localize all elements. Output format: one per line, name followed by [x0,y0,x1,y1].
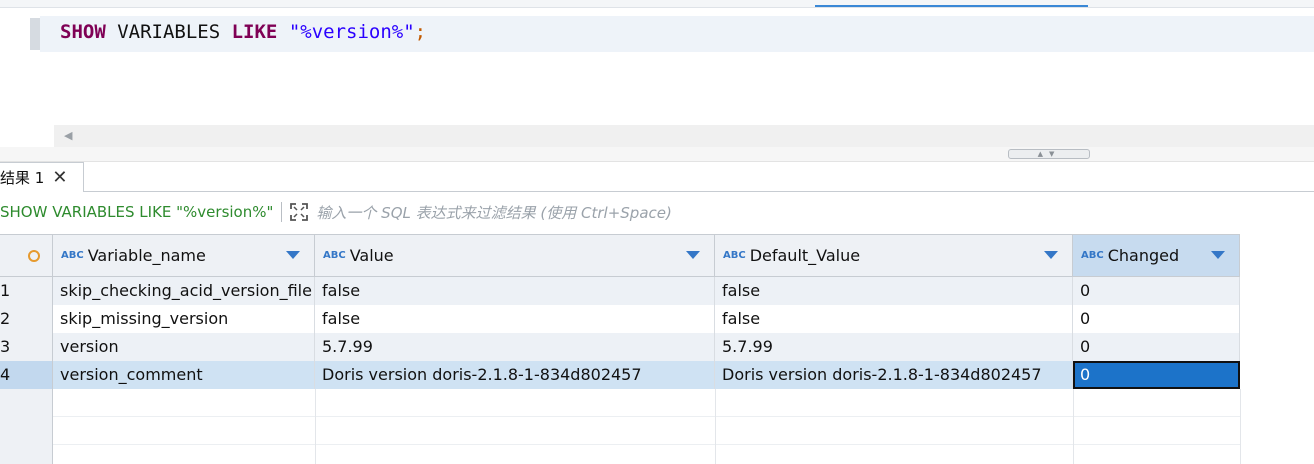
cell-value[interactable]: 5.7.99 [315,333,715,361]
dropdown-triangle-icon[interactable] [1211,251,1225,259]
filter-input[interactable]: 输入一个 SQL 表达式来过滤结果 (使用 Ctrl+Space) [316,202,671,223]
column-header-label: Changed [1107,246,1180,265]
table-row[interactable]: 1 skip_checking_acid_version_file false … [0,277,1240,305]
cell-variable-name[interactable]: skip_missing_version [53,305,315,333]
dropdown-triangle-icon[interactable] [1044,251,1058,259]
sql-string-literal: "%version%" [277,21,415,43]
row-number-empty [0,389,53,417]
result-grid: ABC Variable_name ABC Value ABC Default_… [0,232,1314,464]
editor-tab-strip [0,0,1314,8]
dropdown-triangle-icon[interactable] [686,251,700,259]
expand-icon[interactable] [288,201,310,223]
scroll-left-arrow-icon[interactable]: ◀ [64,129,72,142]
column-header-variable-name[interactable]: ABC Variable_name [53,235,315,276]
table-row[interactable]: 2 skip_missing_version false false 0 [0,305,1240,333]
empty-row [0,417,1240,445]
table-row[interactable]: 3 version 5.7.99 5.7.99 0 [0,333,1240,361]
filter-separator [281,202,283,222]
empty-row [0,445,1240,464]
cell-variable-name[interactable]: version_comment [53,361,315,389]
cell-changed-focused[interactable]: 0 [1073,361,1240,389]
grid-divider [1073,389,1074,464]
type-badge-icon: ABC [723,250,746,261]
dropdown-triangle-icon[interactable] [286,251,300,259]
editor-tab[interactable] [30,0,230,7]
grid-divider [1240,389,1241,464]
row-number[interactable]: 4 [0,361,53,389]
row-number[interactable]: 2 [0,305,53,333]
cell-variable-name[interactable]: skip_checking_acid_version_file [53,277,315,305]
cell-changed[interactable]: 0 [1073,305,1240,333]
filter-query-label: SHOW VARIABLES LIKE "%version%" [0,203,274,221]
editor-tab[interactable] [260,0,560,7]
editor-tab[interactable] [590,0,790,7]
editor-tab-active[interactable] [815,0,1088,7]
table-row-selected[interactable]: 4 version_comment Doris version doris-2.… [0,361,1240,389]
row-number[interactable]: 1 [0,277,53,305]
cell-default-value[interactable]: Doris version doris-2.1.8-1-834d802457 [715,361,1073,389]
row-number-header[interactable] [0,235,53,276]
cell-changed[interactable]: 0 [1073,277,1240,305]
cell-value[interactable]: false [315,277,715,305]
result-tab-bar: 结果 1 ✕ [0,162,1314,192]
column-header-value[interactable]: ABC Value [315,235,715,276]
row-number-empty [0,445,53,464]
sql-keyword-show: SHOW [60,21,106,43]
row-number-empty [0,417,53,445]
column-header-label: Default_Value [749,246,861,265]
empty-row [0,389,1240,417]
row-number[interactable]: 3 [0,333,53,361]
cell-changed[interactable]: 0 [1073,333,1240,361]
column-header-label: Variable_name [87,246,206,265]
type-badge-icon: ABC [61,250,84,261]
type-badge-icon: ABC [323,250,346,261]
panel-splitter[interactable]: ▲▼ [0,147,1314,162]
grid-divider [315,389,316,464]
editor-horizontal-scrollbar[interactable]: ◀ [54,125,1314,147]
cell-variable-name[interactable]: version [53,333,315,361]
sql-keyword-like: LIKE [231,21,278,43]
type-badge-icon: ABC [1081,250,1104,261]
column-header-default-value[interactable]: ABC Default_Value [715,235,1073,276]
cell-value[interactable]: Doris version doris-2.1.8-1-834d802457 [315,361,715,389]
column-header-changed[interactable]: ABC Changed [1073,235,1240,276]
column-header-label: Value [349,246,394,265]
circle-icon [28,249,40,262]
sql-variables: VARIABLES [105,21,232,43]
cell-default-value[interactable]: false [715,277,1073,305]
result-tab-label: 结果 1 [0,169,45,187]
grid-divider [715,389,716,464]
sql-statement[interactable]: SHOW VARIABLES LIKE "%version%"; [60,20,426,44]
grid-header: ABC Variable_name ABC Value ABC Default_… [0,234,1240,277]
sql-editor[interactable]: SHOW VARIABLES LIKE "%version%"; [0,8,1314,125]
cell-default-value[interactable]: 5.7.99 [715,333,1073,361]
cell-value[interactable]: false [315,305,715,333]
close-icon[interactable]: ✕ [52,168,67,187]
cell-default-value[interactable]: false [715,305,1073,333]
sql-semicolon: ; [414,21,427,43]
splitter-handle-icon[interactable]: ▲▼ [1008,149,1090,159]
line-marker [30,18,40,50]
result-filter-bar: SHOW VARIABLES LIKE "%version%" 输入一个 SQL… [0,196,1314,228]
tab-result-1[interactable]: 结果 1 ✕ [0,162,84,192]
